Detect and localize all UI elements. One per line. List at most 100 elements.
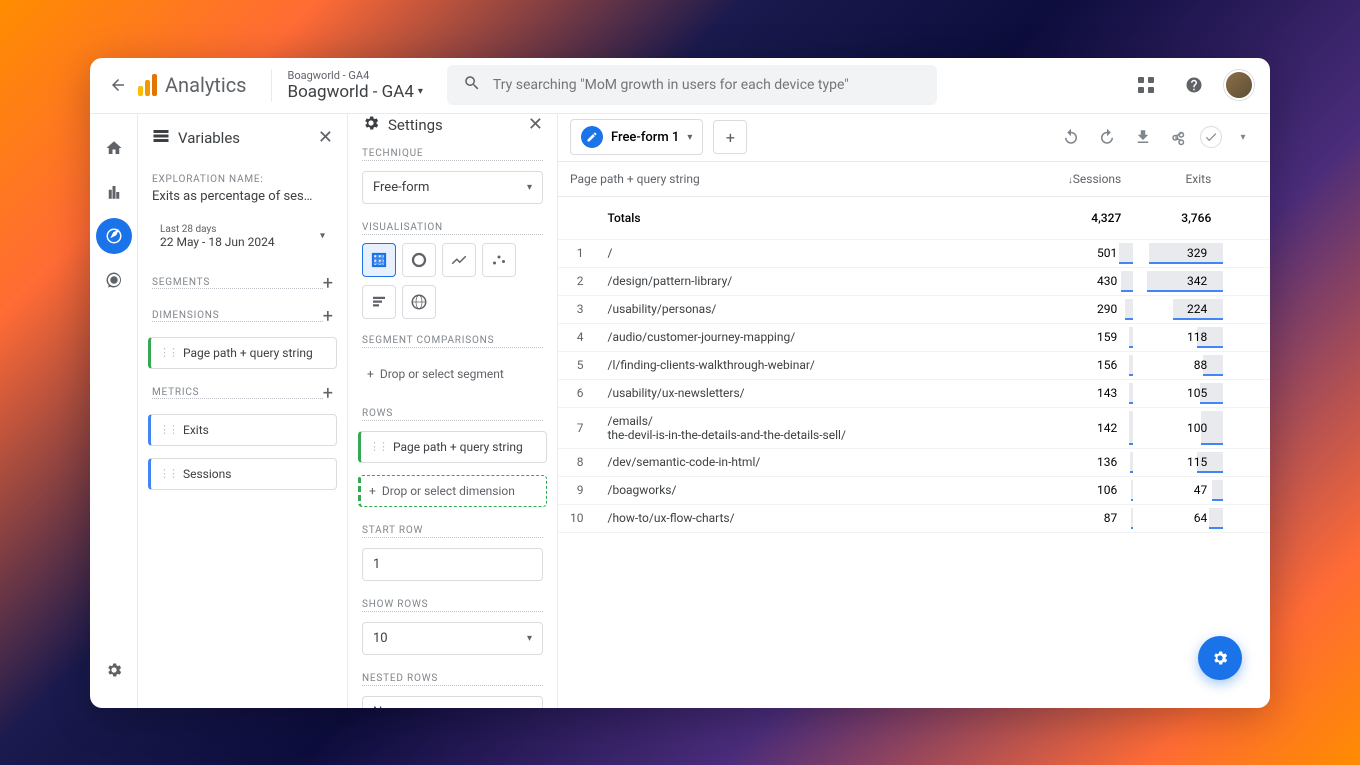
sample-button[interactable] (1200, 126, 1222, 148)
row-path: /design/pattern-library/ (596, 267, 1044, 295)
data-table-wrap[interactable]: Page path + query string ↓Sessions Exits… (558, 162, 1270, 708)
row-sessions: 142 (1043, 407, 1133, 448)
donut-icon (410, 251, 428, 269)
add-metric[interactable]: + (323, 383, 333, 404)
table-row[interactable]: 4 /audio/customer-journey-mapping/ 159 1… (558, 323, 1270, 351)
col-header-exits[interactable]: Exits (1133, 162, 1223, 197)
start-row-label: START ROW (362, 525, 543, 538)
col-header-path[interactable]: Page path + query string (558, 162, 1043, 197)
tab-freeform-1[interactable]: Free-form 1 ▾ (570, 119, 703, 155)
nav-explore[interactable] (96, 218, 132, 254)
date-range-picker[interactable]: Last 28 days 22 May - 18 Jun 2024 (152, 218, 333, 255)
share-button[interactable] (1164, 122, 1194, 152)
content-area: Free-form 1 ▾ + ▾ Page path + (558, 114, 1270, 708)
segment-drop[interactable]: +Drop or select segment (358, 358, 547, 390)
table-row[interactable]: 1 / 501 329 (558, 239, 1270, 267)
nav-home[interactable] (96, 130, 132, 166)
close-settings[interactable]: ✕ (528, 114, 543, 135)
exploration-name[interactable]: Exits as percentage of ses… (138, 189, 347, 214)
col-header-sessions[interactable]: ↓Sessions (1043, 162, 1133, 197)
nav-advertising[interactable] (96, 262, 132, 298)
add-tab[interactable]: + (713, 120, 747, 154)
totals-sessions: 4,327 (1043, 196, 1133, 239)
table-row[interactable]: 6 /usability/ux-newsletters/ 143 105 (558, 379, 1270, 407)
search-input[interactable] (493, 77, 921, 93)
redo-button[interactable] (1092, 122, 1122, 152)
show-rows-label: SHOW ROWS (362, 599, 543, 612)
back-button[interactable] (106, 73, 130, 97)
undo-button[interactable] (1056, 122, 1086, 152)
row-chip[interactable]: ⋮⋮Page path + query string (358, 431, 547, 463)
row-path: /dev/semantic-code-in-html/ (596, 448, 1044, 476)
exploration-name-label: EXPLORATION NAME: (138, 162, 347, 189)
nested-rows-select[interactable]: No (362, 696, 543, 708)
technique-label: TECHNIQUE (362, 148, 543, 161)
start-row-input[interactable]: 1 (362, 548, 543, 581)
date-range: 22 May - 18 Jun 2024 (160, 235, 325, 249)
sample-dropdown[interactable]: ▾ (1228, 122, 1258, 152)
metrics-label: METRICS (152, 387, 323, 399)
drag-handle-icon: ⋮⋮ (159, 467, 177, 480)
rows-label: ROWS (362, 408, 543, 421)
nav-reports[interactable] (96, 174, 132, 210)
nav-admin[interactable] (96, 652, 132, 688)
analytics-logo-icon (138, 74, 157, 96)
table-row[interactable]: 3 /usability/personas/ 290 224 (558, 295, 1270, 323)
apps-button[interactable] (1128, 67, 1164, 103)
chevron-down-icon: ▾ (1240, 132, 1245, 143)
settings-title: Settings (388, 116, 520, 134)
table-row[interactable]: 2 /design/pattern-library/ 430 342 (558, 267, 1270, 295)
help-button[interactable] (1176, 67, 1212, 103)
viz-bar[interactable] (362, 285, 396, 319)
viz-scatter[interactable] (482, 243, 516, 277)
top-bar: Analytics Boagworld - GA4 Boagworld - GA… (90, 58, 1270, 114)
user-avatar[interactable] (1224, 70, 1254, 100)
property-selector[interactable]: Boagworld - GA4 Boagworld - GA4 ▾ (271, 69, 423, 102)
row-drop[interactable]: +Drop or select dimension (358, 475, 547, 507)
row-number: 2 (558, 267, 596, 295)
show-rows-select[interactable]: 10 (362, 622, 543, 655)
viz-geo[interactable] (402, 285, 436, 319)
chevron-down-icon: ▾ (687, 132, 692, 143)
scatter-icon (490, 251, 508, 269)
metric-chip-exits[interactable]: ⋮⋮Exits (148, 414, 337, 446)
settings-panel: Settings ✕ TECHNIQUE Free-form VISUALISA… (348, 114, 558, 708)
redo-icon (1098, 128, 1116, 146)
row-number: 8 (558, 448, 596, 476)
row-number: 6 (558, 379, 596, 407)
variables-panel: Variables ✕ EXPLORATION NAME: Exits as p… (138, 114, 348, 708)
table-row[interactable]: 9 /boagworks/ 106 47 (558, 476, 1270, 504)
segments-label: SEGMENTS (152, 277, 323, 289)
table-row[interactable]: 8 /dev/semantic-code-in-html/ 136 115 (558, 448, 1270, 476)
search-bar[interactable] (447, 65, 937, 105)
close-variables[interactable]: ✕ (318, 127, 333, 148)
insights-fab[interactable] (1198, 636, 1242, 680)
row-sessions: 136 (1043, 448, 1133, 476)
row-number: 5 (558, 351, 596, 379)
table-row[interactable]: 10 /how-to/ux-flow-charts/ 87 64 (558, 504, 1270, 532)
totals-label: Totals (596, 196, 1044, 239)
property-name: Boagworld - GA4 ▾ (288, 82, 423, 102)
add-segment[interactable]: + (323, 273, 333, 294)
main-area: Variables ✕ EXPLORATION NAME: Exits as p… (90, 114, 1270, 708)
search-icon (463, 74, 481, 96)
dimension-chip[interactable]: ⋮⋮Page path + query string (148, 337, 337, 369)
account-name: Boagworld - GA4 (288, 69, 423, 82)
metric-chip-sessions[interactable]: ⋮⋮Sessions (148, 458, 337, 490)
row-number: 10 (558, 504, 596, 532)
viz-donut[interactable] (402, 243, 436, 277)
drag-handle-icon: ⋮⋮ (369, 440, 387, 453)
row-number: 4 (558, 323, 596, 351)
viz-table[interactable] (362, 243, 396, 277)
data-table: Page path + query string ↓Sessions Exits… (558, 162, 1270, 533)
viz-line[interactable] (442, 243, 476, 277)
totals-row: Totals 4,327 3,766 (558, 196, 1270, 239)
row-path: /l/finding-clients-walkthrough-webinar/ (596, 351, 1044, 379)
line-chart-icon (450, 251, 468, 269)
row-sessions: 143 (1043, 379, 1133, 407)
add-dimension[interactable]: + (323, 306, 333, 327)
technique-select[interactable]: Free-form (362, 171, 543, 204)
download-button[interactable] (1128, 122, 1158, 152)
table-row[interactable]: 5 /l/finding-clients-walkthrough-webinar… (558, 351, 1270, 379)
table-row[interactable]: 7 /emails/the-devil-is-in-the-details-an… (558, 407, 1270, 448)
